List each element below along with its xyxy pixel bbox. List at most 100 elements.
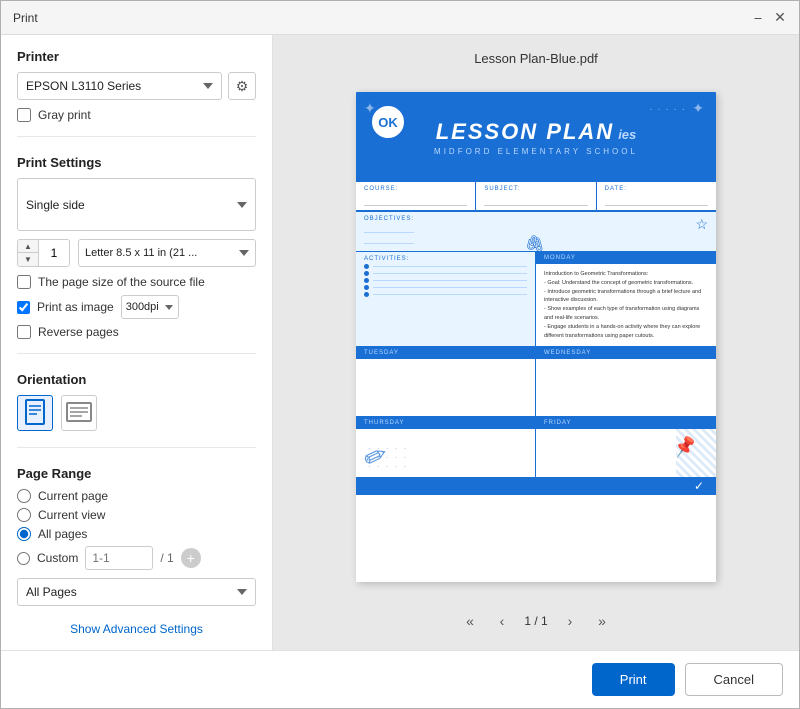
- main-content: Printer EPSON L3110 Series ⚙ Gray print …: [1, 35, 799, 650]
- minimize-button[interactable]: ⎯: [751, 11, 765, 25]
- lp-deco-tr: ✦: [692, 100, 704, 117]
- custom-range-input[interactable]: [85, 546, 153, 570]
- lp-wednesday-cell: WEDNESDAY: [536, 347, 716, 417]
- landscape-icon: [65, 401, 93, 426]
- page-size-checkbox[interactable]: [17, 275, 31, 289]
- custom-radio[interactable]: [17, 552, 30, 565]
- all-pages-row: All pages: [17, 527, 256, 541]
- custom-label[interactable]: Custom: [37, 551, 78, 565]
- clip-icon: 🖇: [525, 234, 545, 254]
- lp-act-item3: [364, 278, 527, 283]
- bottom-bar: Print Cancel: [1, 650, 799, 708]
- copies-row: ▲ ▼ 1 Letter 8.5 x 11 in (21 ...: [17, 239, 256, 267]
- lp-subject-label: SUBJECT:: [484, 186, 587, 192]
- reverse-pages-row: Reverse pages: [17, 325, 256, 339]
- lp-monday-label: MONDAY: [544, 255, 708, 261]
- lp-activities-cell: ACTIVITIES: 🖇: [356, 252, 536, 347]
- lp-act-line2: [373, 273, 527, 274]
- print-as-image-row: Print as image 300dpi 150dpi 600dpi: [17, 295, 256, 319]
- printer-section-label: Printer: [17, 49, 256, 64]
- close-button[interactable]: ✕: [773, 11, 787, 25]
- lp-act-bullet3: [364, 278, 369, 283]
- lp-title-accent: ies: [618, 127, 636, 142]
- lp-bottom-bar: ✓: [356, 477, 716, 495]
- current-page-label[interactable]: Current page: [38, 489, 108, 503]
- print-button[interactable]: Print: [592, 663, 675, 696]
- advanced-settings-link[interactable]: Show Advanced Settings: [17, 622, 256, 636]
- all-pages-select[interactable]: All Pages Odd Pages Even Pages: [17, 578, 256, 606]
- lp-monday-header: MONDAY: [536, 252, 716, 264]
- lp-act-bullet2: [364, 271, 369, 276]
- pagination-bar: « ‹ 1 / 1 › »: [457, 608, 615, 634]
- dpi-select[interactable]: 300dpi 150dpi 600dpi: [121, 295, 179, 319]
- lp-subtitle: MIDFORD ELEMENTARY SCHOOL: [434, 147, 638, 156]
- copies-down-button[interactable]: ▼: [18, 253, 38, 266]
- lp-body: ACTIVITIES: 🖇: [356, 252, 716, 495]
- lp-tuesday-label: TUESDAY: [364, 350, 527, 356]
- lp-dots: · · · · ·: [649, 104, 686, 115]
- checkmark-icon: ✓: [694, 479, 704, 493]
- current-view-radio[interactable]: [17, 508, 31, 522]
- lp-date-label: DATE:: [605, 186, 708, 192]
- lp-thursday-cell: THURSDAY ✏ · · · · ·· · · · ·· · · · ·: [356, 417, 536, 477]
- copies-up-button[interactable]: ▲: [18, 240, 38, 253]
- side-select[interactable]: Single side: [17, 178, 256, 231]
- lp-act-line1: [373, 266, 527, 267]
- landscape-button[interactable]: [61, 395, 97, 431]
- cancel-button[interactable]: Cancel: [685, 663, 783, 696]
- paper-select[interactable]: Letter 8.5 x 11 in (21 ...: [78, 239, 256, 267]
- pin-icon: 📌: [672, 436, 698, 461]
- lp-subject-line: [484, 196, 587, 206]
- all-pages-label[interactable]: All pages: [38, 527, 87, 541]
- reverse-pages-checkbox[interactable]: [17, 325, 31, 339]
- preview-area: ✦ OK LESSON PLAN ies MIDFORD ELEMENTARY …: [289, 78, 783, 596]
- lp-monday-cell: MONDAY Introduction to Geometric Transfo…: [536, 252, 716, 347]
- gear-icon: ⚙: [236, 78, 249, 95]
- custom-add-button[interactable]: +: [181, 548, 201, 568]
- current-page-radio[interactable]: [17, 489, 31, 503]
- lp-act-line4: [373, 287, 527, 288]
- lp-course-field: COURSE:: [356, 182, 476, 210]
- lp-monday-content: Introduction to Geometric Transformation…: [536, 264, 716, 346]
- current-page-row: Current page: [17, 489, 256, 503]
- lp-header: ✦ OK LESSON PLAN ies MIDFORD ELEMENTARY …: [356, 92, 716, 182]
- next-page-button[interactable]: ›: [557, 608, 583, 634]
- last-page-button[interactable]: »: [589, 608, 615, 634]
- lp-activities-label: ACTIVITIES:: [364, 256, 527, 262]
- lp-act-line3: [373, 280, 527, 281]
- first-page-button[interactable]: «: [457, 608, 483, 634]
- print-as-image-label[interactable]: Print as image: [37, 300, 114, 314]
- all-pages-radio[interactable]: [17, 527, 31, 541]
- lp-thursday-label: THURSDAY: [364, 420, 527, 426]
- title-bar-controls: ⎯ ✕: [751, 11, 787, 25]
- lp-star-icon: ☆: [695, 216, 708, 233]
- printer-settings-button[interactable]: ⚙: [228, 72, 256, 100]
- copies-spinners: ▲ ▼: [18, 240, 39, 266]
- dots-decoration: · · · · ·· · · · ·· · · · ·: [368, 444, 408, 471]
- gray-print-label[interactable]: Gray print: [38, 108, 91, 122]
- print-as-image-checkbox[interactable]: [17, 301, 30, 314]
- lp-wednesday-header: WEDNESDAY: [536, 347, 716, 359]
- printer-row: EPSON L3110 Series ⚙: [17, 72, 256, 100]
- lp-friday-label: FRIDAY: [544, 420, 708, 426]
- lp-act-item4: [364, 285, 527, 290]
- page-size-row: The page size of the source file: [17, 275, 256, 289]
- lp-course-line: [364, 196, 467, 206]
- reverse-pages-label[interactable]: Reverse pages: [38, 325, 119, 339]
- preview-title: Lesson Plan-Blue.pdf: [474, 51, 598, 66]
- gray-print-checkbox[interactable]: [17, 108, 31, 122]
- lp-act-bullet4: [364, 285, 369, 290]
- lp-act-bullet1: [364, 264, 369, 269]
- portrait-button[interactable]: [17, 395, 53, 431]
- title-bar: Print ⎯ ✕: [1, 1, 799, 35]
- prev-page-button[interactable]: ‹: [489, 608, 515, 634]
- lp-obj-label: OBJECTIVES:: [364, 216, 414, 222]
- lp-grid: ACTIVITIES: 🖇: [356, 252, 716, 477]
- current-view-row: Current view: [17, 508, 256, 522]
- copies-input[interactable]: 1: [39, 240, 69, 266]
- lp-date-field: DATE:: [597, 182, 716, 210]
- current-view-label[interactable]: Current view: [38, 508, 105, 522]
- page-size-label[interactable]: The page size of the source file: [38, 275, 205, 289]
- printer-select[interactable]: EPSON L3110 Series: [17, 72, 222, 100]
- orientation-label: Orientation: [17, 372, 256, 387]
